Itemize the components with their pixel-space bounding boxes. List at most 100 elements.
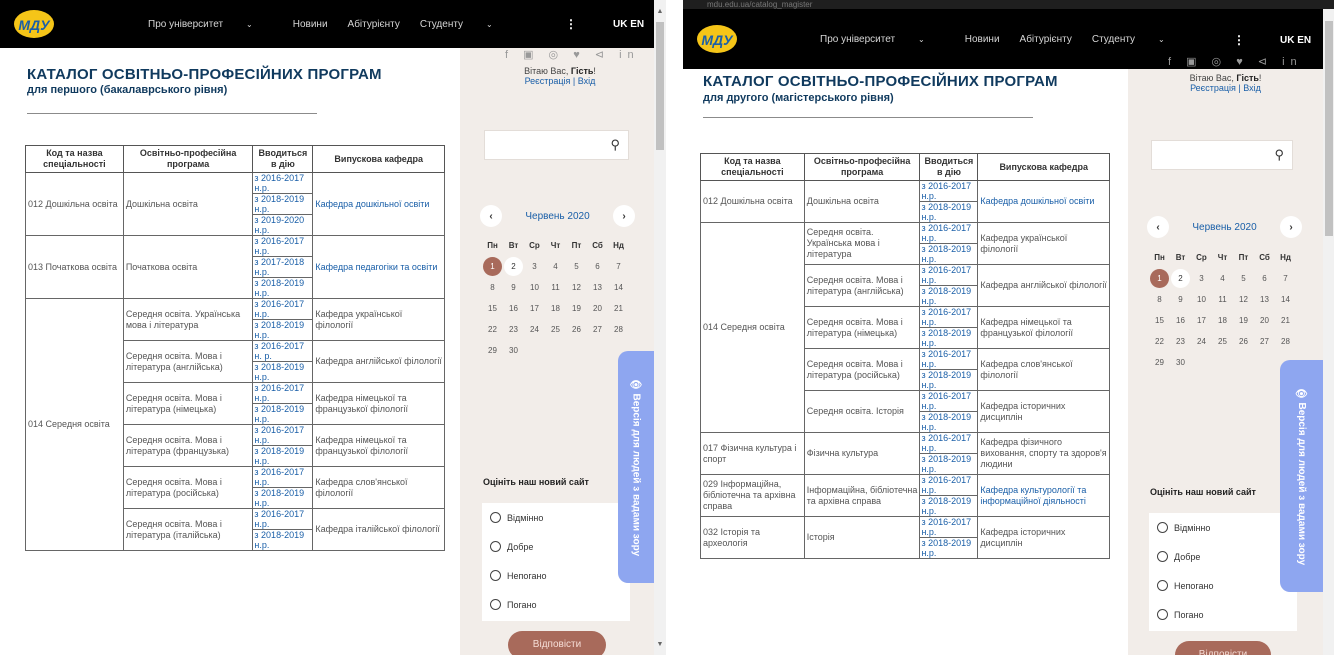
start-year-link[interactable]: з 2018-2019 н.р. [252, 403, 314, 425]
start-year-link[interactable]: з 2016-2017 н.р. [252, 508, 314, 530]
calendar-day[interactable]: 27 [587, 325, 608, 334]
start-year-link[interactable]: з 2018-2019 н.р. [252, 445, 314, 467]
university-logo[interactable]: МДУ [12, 6, 56, 40]
calendar-day[interactable]: 23 [503, 325, 524, 334]
calendar-day[interactable]: 2 [503, 257, 524, 276]
nav-news[interactable]: Новини [293, 19, 328, 30]
radio-icon[interactable] [1157, 522, 1168, 533]
calendar-day[interactable]: 2 [1170, 269, 1191, 288]
poll-submit-button[interactable]: Відповісти [1175, 641, 1271, 655]
calendar-day[interactable]: 5 [566, 262, 587, 271]
calendar-day[interactable]: 14 [1275, 295, 1296, 304]
calendar-day[interactable]: 26 [566, 325, 587, 334]
start-year-link[interactable]: з 2016-2017 н.р. [252, 298, 314, 320]
department-link[interactable]: Кафедра педагогіки та освіти [312, 235, 445, 299]
start-year-link[interactable]: з 2016-2017 н.р. [919, 306, 979, 328]
start-year-link[interactable]: з 2016-2017 н.р. [252, 424, 314, 446]
start-year-link[interactable]: з 2016-2017 н.р. [919, 222, 979, 244]
calendar-day[interactable]: 7 [1275, 274, 1296, 283]
start-year-link[interactable]: з 2016-2017 н. р. [252, 340, 314, 362]
start-year-link[interactable]: з 2016-2017 н.р. [252, 382, 314, 404]
poll-submit-button[interactable]: Відповісти [508, 631, 606, 655]
start-year-link[interactable]: з 2018-2019 н.р. [919, 453, 979, 475]
radio-icon[interactable] [490, 570, 501, 581]
radio-icon[interactable] [490, 599, 501, 610]
poll-option[interactable]: Непогано [1149, 571, 1297, 600]
nav-applicant[interactable]: Абітурієнту [1020, 34, 1072, 45]
calendar-day[interactable]: 3 [524, 262, 545, 271]
social-icons[interactable]: f ▣ ◎ ♥ ⊲ in [1168, 55, 1303, 68]
search-icon[interactable]: ⚲ [610, 137, 620, 153]
calendar-day[interactable]: 1 [1149, 269, 1170, 288]
poll-option[interactable]: Непогано [482, 561, 630, 590]
calendar-day[interactable]: 28 [1275, 337, 1296, 346]
calendar-day[interactable]: 10 [1191, 295, 1212, 304]
start-year-link[interactable]: з 2017-2018 н.р. [252, 256, 314, 278]
start-year-link[interactable]: з 2018-2019 н.р. [919, 201, 979, 223]
start-year-link[interactable]: з 2018-2019 н.р. [252, 529, 314, 551]
calendar-day[interactable]: 15 [482, 304, 503, 313]
calendar-day[interactable]: 6 [587, 262, 608, 271]
calendar-day[interactable]: 13 [587, 283, 608, 292]
calendar-day[interactable]: 5 [1233, 274, 1254, 283]
accessibility-tab[interactable]: 👁 Версія для людей з вадами зору [618, 351, 654, 583]
poll-option[interactable]: Погано [1149, 600, 1297, 629]
department-link[interactable]: Кафедра дошкільної освіти [312, 172, 445, 236]
nav-student[interactable]: Студенту ⌄ [1092, 34, 1185, 45]
start-year-link[interactable]: з 2018-2019 н.р. [252, 319, 314, 341]
calendar-day[interactable]: 22 [1149, 337, 1170, 346]
scroll-down-icon[interactable]: ▼ [654, 641, 666, 648]
start-year-link[interactable]: з 2016-2017 н.р. [919, 474, 979, 496]
start-year-link[interactable]: з 2018-2019 н.р. [919, 243, 979, 265]
start-year-link[interactable]: з 2016-2017 н.р. [919, 432, 979, 454]
calendar-day[interactable]: 27 [1254, 337, 1275, 346]
radio-icon[interactable] [490, 512, 501, 523]
calendar-day[interactable]: 15 [1149, 316, 1170, 325]
calendar-day[interactable]: 20 [587, 304, 608, 313]
calendar-day[interactable]: 29 [1149, 358, 1170, 367]
accessibility-tab[interactable]: 👁 Версія для людей з вадами зору [1280, 360, 1323, 592]
calendar-day[interactable]: 17 [1191, 316, 1212, 325]
calendar-day[interactable]: 23 [1170, 337, 1191, 346]
start-year-link[interactable]: з 2018-2019 н.р. [252, 277, 314, 299]
start-year-link[interactable]: з 2018-2019 н.р. [252, 361, 314, 383]
calendar-day[interactable]: 30 [503, 346, 524, 355]
start-year-link[interactable]: з 2018-2019 н.р. [919, 285, 979, 307]
nav-about[interactable]: Про університет ⌄ [148, 19, 273, 30]
start-year-link[interactable]: з 2018-2019 н.р. [919, 495, 979, 517]
register-login-link[interactable]: Реєстрація | Вхід [525, 76, 596, 86]
calendar-day[interactable]: 20 [1254, 316, 1275, 325]
calendar-day[interactable]: 24 [524, 325, 545, 334]
calendar-day[interactable]: 18 [1212, 316, 1233, 325]
poll-option[interactable]: Відмінно [482, 503, 630, 532]
calendar-day[interactable]: 25 [1212, 337, 1233, 346]
calendar-day[interactable]: 11 [545, 283, 566, 292]
start-year-link[interactable]: з 2018-2019 н.р. [252, 193, 314, 215]
calendar-day[interactable]: 7 [608, 262, 629, 271]
register-login-link[interactable]: Реєстрація | Вхід [1190, 83, 1261, 93]
calendar-day[interactable]: 13 [1254, 295, 1275, 304]
nav-news[interactable]: Новини [965, 34, 1000, 45]
calendar-day[interactable]: 18 [545, 304, 566, 313]
calendar-day[interactable]: 8 [482, 283, 503, 292]
search-input[interactable]: ⚲ [484, 130, 629, 160]
kebab-menu-icon[interactable]: ⋮ [1233, 33, 1245, 47]
calendar-day[interactable]: 1 [482, 257, 503, 276]
start-year-link[interactable]: з 2016-2017 н.р. [919, 264, 979, 286]
poll-option[interactable]: Відмінно [1149, 513, 1297, 542]
calendar-day[interactable]: 21 [1275, 316, 1296, 325]
radio-icon[interactable] [1157, 580, 1168, 591]
scrollbar[interactable] [1323, 9, 1334, 655]
poll-option[interactable]: Добре [482, 532, 630, 561]
kebab-menu-icon[interactable]: ⋮ [565, 17, 577, 31]
scroll-thumb[interactable] [1325, 21, 1333, 236]
start-year-link[interactable]: з 2016-2017 н.р. [252, 466, 314, 488]
calendar-day[interactable]: 16 [1170, 316, 1191, 325]
start-year-link[interactable]: з 2016-2017 н.р. [919, 390, 979, 412]
calendar-day[interactable]: 3 [1191, 274, 1212, 283]
start-year-link[interactable]: з 2018-2019 н.р. [919, 369, 979, 391]
department-link[interactable]: Кафедра культурології та інформаційної д… [977, 474, 1110, 517]
prev-month-button[interactable]: ‹ [480, 205, 502, 227]
prev-month-button[interactable]: ‹ [1147, 216, 1169, 238]
start-year-link[interactable]: з 2016-2017 н.р. [919, 516, 979, 538]
